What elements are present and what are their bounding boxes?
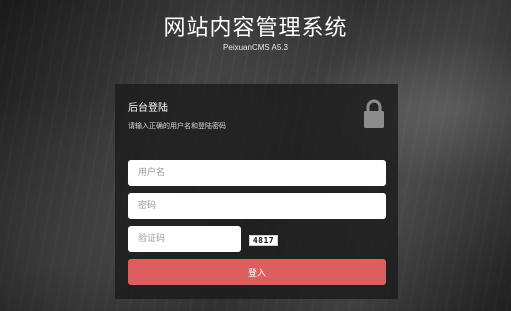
login-button[interactable]: 登入: [128, 259, 386, 285]
login-title: 后台登陆: [128, 103, 168, 114]
captcha-image[interactable]: 4817: [249, 235, 278, 246]
page-title: 网站内容管理系统: [163, 16, 348, 41]
username-input[interactable]: [128, 160, 386, 186]
login-panel-header: 后台登陆 请输入正确的用户名和登陆密码: [115, 84, 398, 140]
version-label: PeixuanCMS A5.3: [223, 43, 288, 52]
captcha-input[interactable]: [128, 226, 241, 252]
login-instructions: 请输入正确的用户名和登陆密码: [128, 122, 226, 130]
login-panel: 后台登陆 请输入正确的用户名和登陆密码 4817 登入: [115, 84, 398, 299]
lock-icon: [364, 99, 384, 129]
password-input[interactable]: [128, 193, 386, 219]
